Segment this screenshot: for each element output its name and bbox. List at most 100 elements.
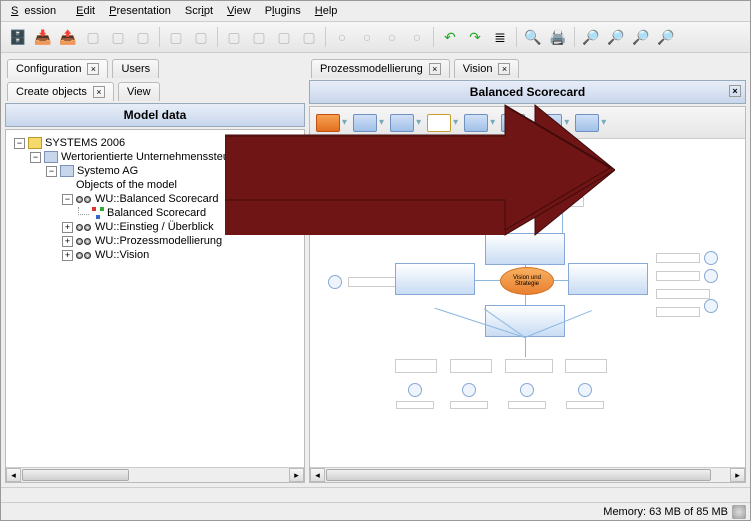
scroll-thumb[interactable] xyxy=(326,469,711,481)
collapse-icon[interactable]: − xyxy=(46,166,57,177)
view-icon xyxy=(76,251,92,259)
scroll-left-icon[interactable]: ◂ xyxy=(6,468,21,482)
statusbar: Memory: 63 MB of 85 MB xyxy=(1,502,750,520)
print-icon[interactable]: 🖨️ xyxy=(547,26,569,48)
diagram-node[interactable] xyxy=(704,299,718,313)
menu-edit[interactable]: Edit xyxy=(70,3,101,19)
tool-16-icon: ○ xyxy=(406,26,428,48)
tool-10-icon: ▢ xyxy=(248,26,270,48)
diagram-box[interactable] xyxy=(395,263,475,295)
close-icon[interactable]: × xyxy=(429,63,441,75)
tool-14-icon: ○ xyxy=(356,26,378,48)
tab-users[interactable]: Users xyxy=(112,59,159,78)
diagram-box[interactable] xyxy=(568,263,648,295)
diagram-node[interactable] xyxy=(578,383,592,397)
view-icon xyxy=(76,195,92,203)
collapse-icon[interactable]: − xyxy=(62,194,73,205)
diagram-node[interactable] xyxy=(704,269,718,283)
menu-view[interactable]: View xyxy=(221,3,257,19)
model-icon xyxy=(44,151,58,163)
diagram-node[interactable] xyxy=(656,271,700,281)
zoom-out-icon[interactable]: 🔎 xyxy=(605,26,627,48)
menu-script[interactable]: Script xyxy=(179,3,219,19)
main-toolbar: 🗄️ 📥 📤 ▢ ▢ ▢ ▢ ▢ ▢ ▢ ▢ ▢ ○ ○ ○ ○ ↶ ↷ ≣ 🔍… xyxy=(1,22,750,53)
scrollbar-horizontal[interactable]: ◂ ▸ xyxy=(6,467,304,482)
view-icon xyxy=(76,237,92,245)
collapse-icon[interactable]: − xyxy=(30,152,41,163)
close-icon[interactable]: × xyxy=(729,85,741,97)
diagram-node[interactable] xyxy=(520,383,534,397)
expand-icon[interactable]: + xyxy=(62,222,73,233)
scrollbar-horizontal[interactable]: ◂ ▸ xyxy=(310,467,745,482)
zoom-100-icon[interactable]: 🔎 xyxy=(655,26,677,48)
diagram-node[interactable] xyxy=(656,253,700,263)
preview-icon[interactable]: 🔍 xyxy=(522,26,544,48)
annotation-arrow xyxy=(225,100,615,240)
diagram-node[interactable] xyxy=(566,401,604,409)
tool-11-icon: ▢ xyxy=(273,26,295,48)
folder-icon xyxy=(28,137,42,149)
tab-create-objects[interactable]: Create objects× xyxy=(7,82,114,101)
list-icon[interactable]: ≣ xyxy=(489,26,511,48)
diagram-node[interactable] xyxy=(505,359,553,373)
view-icon xyxy=(76,223,92,231)
scroll-thumb[interactable] xyxy=(22,469,129,481)
menu-presentation[interactable]: Presentation xyxy=(103,3,177,19)
menu-plugins[interactable]: Plugins xyxy=(259,3,307,19)
diagram-node[interactable] xyxy=(462,383,476,397)
memory-status: Memory: 63 MB of 85 MB xyxy=(603,506,728,518)
zoom-fit-icon[interactable]: 🔎 xyxy=(630,26,652,48)
close-icon[interactable]: × xyxy=(93,86,105,98)
tab-configuration[interactable]: Configuration× xyxy=(7,59,108,78)
zoom-in-icon[interactable]: 🔎 xyxy=(580,26,602,48)
tool-15-icon: ○ xyxy=(381,26,403,48)
bottom-scroll-strip xyxy=(1,487,750,502)
import-icon[interactable]: 📥 xyxy=(32,26,54,48)
diagram-node[interactable] xyxy=(396,401,434,409)
model-icon xyxy=(60,165,74,177)
tool-12-icon: ▢ xyxy=(298,26,320,48)
diagram-node[interactable] xyxy=(328,275,342,289)
diagram-box[interactable] xyxy=(485,305,565,337)
diagram-node[interactable] xyxy=(565,359,607,373)
export-icon[interactable]: 📤 xyxy=(57,26,79,48)
menubar: Session Edit Presentation Script View Pl… xyxy=(1,1,750,22)
scroll-right-icon[interactable]: ▸ xyxy=(730,468,745,482)
tab-prozessmodellierung[interactable]: Prozessmodellierung× xyxy=(311,59,450,78)
diagram-node[interactable] xyxy=(450,359,492,373)
expand-icon[interactable]: + xyxy=(62,236,73,247)
tab-view[interactable]: View xyxy=(118,82,160,101)
tool-6-icon: ▢ xyxy=(132,26,154,48)
diagram-node[interactable] xyxy=(704,251,718,265)
expand-icon[interactable]: + xyxy=(62,250,73,261)
tab-vision[interactable]: Vision× xyxy=(454,59,520,78)
diagram-node[interactable] xyxy=(656,289,710,299)
tool-4-icon: ▢ xyxy=(82,26,104,48)
scroll-left-icon[interactable]: ◂ xyxy=(310,468,325,482)
undo-icon[interactable]: ↶ xyxy=(439,26,461,48)
menu-help[interactable]: Help xyxy=(309,3,344,19)
diagram-node[interactable] xyxy=(508,401,546,409)
tool-5-icon: ▢ xyxy=(107,26,129,48)
tree-node[interactable]: +WU::Vision xyxy=(12,248,298,262)
close-icon[interactable]: × xyxy=(87,63,99,75)
diagram-node[interactable] xyxy=(408,383,422,397)
scroll-right-icon[interactable]: ▸ xyxy=(289,468,304,482)
db-icon[interactable]: 🗄️ xyxy=(7,26,29,48)
diagram-node[interactable] xyxy=(395,359,437,373)
scorecard-icon xyxy=(92,207,104,219)
diagram-node[interactable] xyxy=(656,307,700,317)
redo-icon[interactable]: ↷ xyxy=(464,26,486,48)
diagram-node[interactable] xyxy=(450,401,488,409)
copy-icon: ▢ xyxy=(165,26,187,48)
trash-icon[interactable] xyxy=(732,505,746,519)
diagram-center[interactable]: Vision und Strategie xyxy=(500,267,554,295)
tool-9-icon: ▢ xyxy=(223,26,245,48)
menu-session[interactable]: Session xyxy=(5,3,68,19)
close-icon[interactable]: × xyxy=(498,63,510,75)
tool-13-icon: ○ xyxy=(331,26,353,48)
collapse-icon[interactable]: − xyxy=(14,138,25,149)
main-area: Configuration× Users Create objects× Vie… xyxy=(1,53,750,487)
diagram-node[interactable] xyxy=(348,277,398,287)
paste-icon: ▢ xyxy=(190,26,212,48)
